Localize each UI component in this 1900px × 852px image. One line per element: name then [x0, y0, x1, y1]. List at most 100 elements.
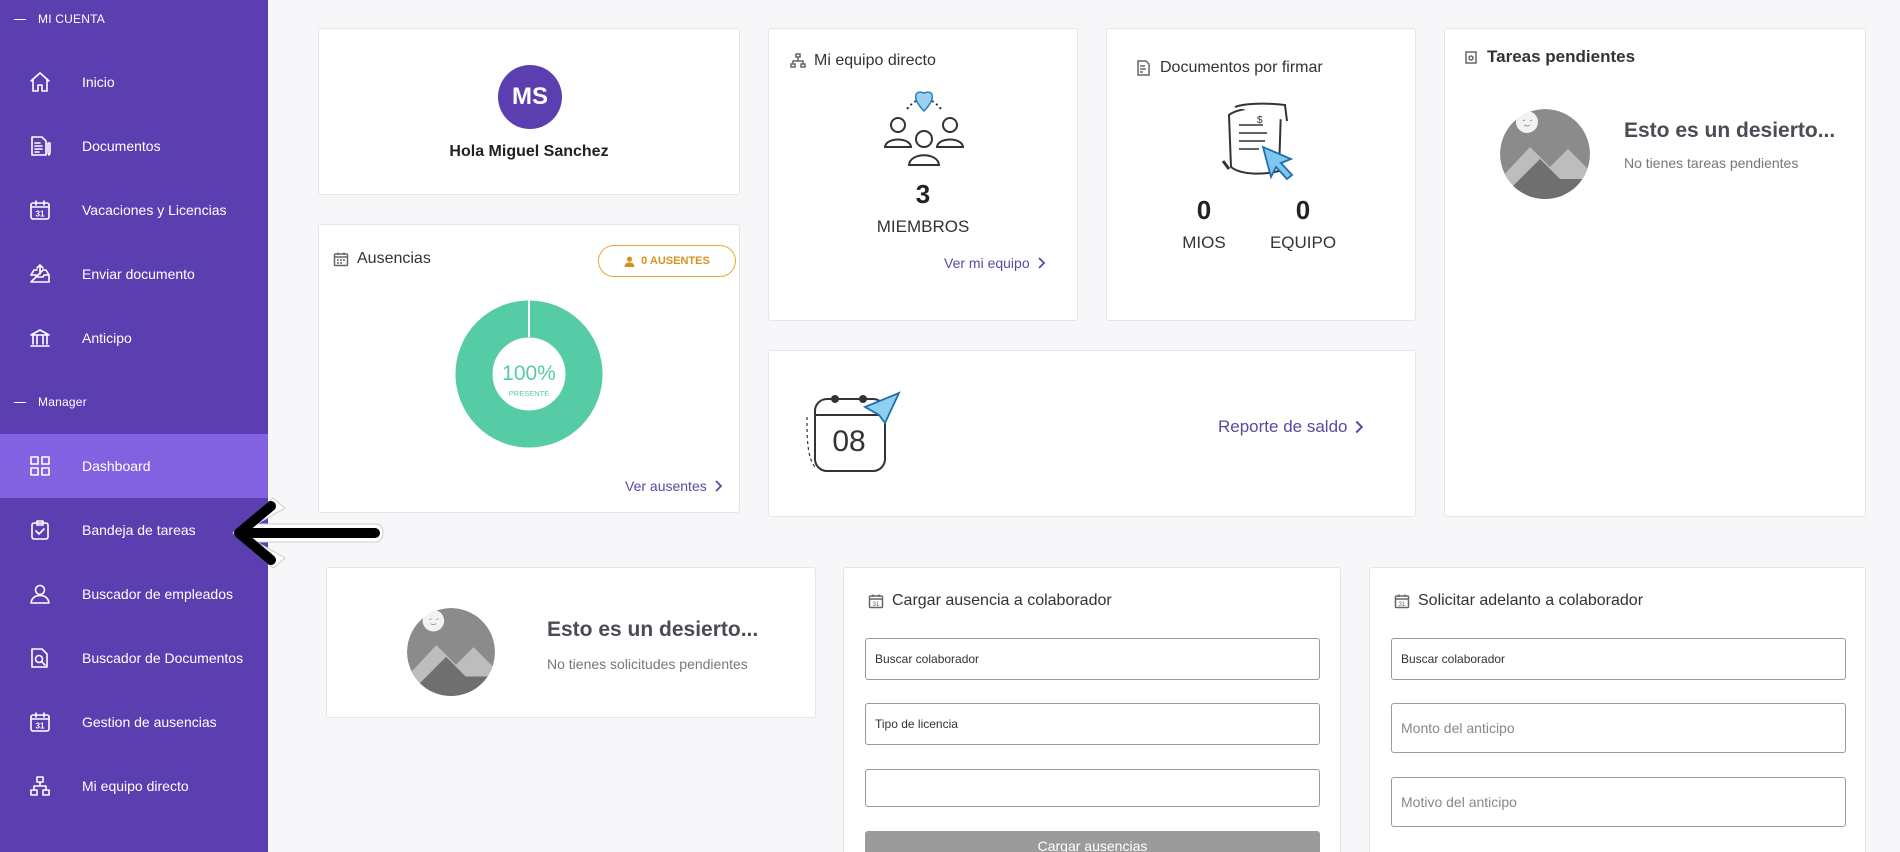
sidebar-item-label: Bandeja de tareas [82, 522, 196, 538]
sidebar-item-label: Anticipo [82, 330, 132, 346]
tasks-card: Tareas pendientes Esto es un desierto...… [1444, 28, 1866, 517]
requests-empty-subtitle: No tienes solicitudes pendientes [547, 656, 748, 672]
sidebar-item-label: Enviar documento [82, 266, 195, 282]
org-chart-icon [790, 53, 806, 68]
employee-search-field[interactable]: Buscar colaborador [865, 638, 1320, 680]
inbox-send-icon [28, 262, 52, 286]
sidebar-item-vacaciones[interactable]: 31 Vacaciones y Licencias [0, 178, 268, 242]
profile-card: MS Hola Miguel Sanchez [318, 28, 740, 195]
documents-card: Documentos por firmar $ 0 MIOS 0 EQUIPO [1106, 28, 1416, 321]
donut-percent: 100% [502, 362, 556, 385]
svg-text:31: 31 [36, 210, 45, 219]
tasks-empty-title: Esto es un desierto... [1624, 119, 1836, 142]
team-card: Mi equipo directo 3 MIEMBROS Ver mi equi… [768, 28, 1078, 321]
license-type-field[interactable]: Tipo de licencia [865, 703, 1320, 745]
docs-team-label: EQUIPO [1269, 233, 1337, 252]
tasks-empty-subtitle: No tienes tareas pendientes [1624, 155, 1799, 171]
team-unit: MIEMBROS [876, 217, 970, 236]
sidebar-item-mi-equipo[interactable]: Mi equipo directo [0, 754, 268, 818]
user-search-icon [28, 582, 52, 606]
team-card-title: Mi equipo directo [790, 52, 936, 70]
advance-employee-search-field[interactable]: Buscar colaborador [1391, 638, 1846, 680]
advance-amount-field[interactable]: Monto del anticipo [1391, 703, 1846, 753]
card-title-text: Solicitar adelanto a colaborador [1418, 592, 1644, 609]
sidebar-item-documentos[interactable]: Documentos [0, 114, 268, 178]
greeting: Hola Miguel Sanchez [449, 143, 609, 160]
absent-count-badge[interactable]: 0 AUSENTES [598, 245, 736, 277]
sidebar-item-label: Dashboard [82, 458, 151, 474]
document-sign-icon [1137, 60, 1150, 76]
sidebar-item-label: Buscador de empleados [82, 586, 233, 602]
docs-team-count: 0 [1295, 195, 1311, 225]
balance-report-link[interactable]: Reporte de saldo [1218, 417, 1364, 437]
docs-mine-count: 0 [1196, 195, 1212, 225]
link-text: Ver ausentes [625, 478, 707, 494]
presence-donut-chart: 100% PRESENTE [455, 300, 603, 448]
bank-icon [28, 326, 52, 350]
svg-text:31: 31 [1399, 602, 1406, 608]
svg-text:31: 31 [873, 602, 880, 608]
documents-icon [28, 134, 52, 158]
documents-card-title: Documentos por firmar [1136, 59, 1323, 77]
absences-card-title: Ausencias [333, 250, 431, 268]
section-header-manager: Manager [14, 395, 87, 409]
svg-text:$: $ [1257, 115, 1263, 126]
link-text: Ver mi equipo [944, 255, 1030, 271]
chevron-right-icon [715, 480, 723, 492]
calendar-icon: 31 [28, 710, 52, 734]
section-label: Manager [38, 395, 87, 409]
absences-card: Ausencias 0 AUSENTES 100% PRESENTE Ver a… [318, 224, 740, 513]
sidebar-item-inicio[interactable]: Inicio [0, 50, 268, 114]
tasks-card-title: Tareas pendientes [1463, 47, 1635, 67]
team-count: 3 [915, 179, 931, 209]
calendar-icon: 31 [868, 594, 884, 609]
sidebar-item-enviar-documento[interactable]: Enviar documento [0, 242, 268, 306]
calendar-report-illustration-icon: 08 [806, 391, 901, 472]
desert-empty-illustration-icon [1500, 109, 1590, 199]
load-absence-title: 31 Cargar ausencia a colaborador [868, 592, 1112, 610]
avatar: MS [498, 65, 562, 129]
advance-request-title: 31 Solicitar adelanto a colaborador [1394, 592, 1643, 610]
section-header-account: MI CUENTA [14, 12, 105, 26]
absence-extra-field[interactable] [865, 769, 1320, 807]
clipboard-icon [1465, 51, 1477, 64]
calendar-icon [333, 252, 349, 267]
sidebar-item-gestion-ausencias[interactable]: 31 Gestion de ausencias [0, 690, 268, 754]
sidebar-item-label: Buscador de Documentos [82, 650, 244, 666]
calendar-icon: 31 [1394, 594, 1410, 609]
load-absences-button[interactable]: Cargar ausencias [865, 831, 1320, 852]
advance-reason-field[interactable]: Motivo del anticipo [1391, 777, 1846, 827]
view-absent-link[interactable]: Ver ausentes [625, 478, 723, 494]
section-label: MI CUENTA [38, 12, 105, 26]
team-illustration-icon [883, 91, 965, 166]
calendar-number: 08 [832, 425, 865, 458]
sidebar-item-label: Vacaciones y Licencias [82, 202, 227, 218]
user-icon [624, 256, 635, 267]
advance-request-card: 31 Solicitar adelanto a colaborador Busc… [1369, 567, 1866, 852]
sidebar: MI CUENTA Inicio Documentos 31 Vacacione… [0, 0, 268, 852]
sidebar-item-label: Documentos [82, 138, 161, 154]
view-team-link[interactable]: Ver mi equipo [944, 255, 1046, 271]
badge-text: 0 AUSENTES [641, 255, 710, 267]
home-icon [28, 70, 52, 94]
requests-empty-title: Esto es un desierto... [547, 618, 759, 641]
load-absence-card: 31 Cargar ausencia a colaborador Buscar … [843, 567, 1341, 852]
link-text: Reporte de saldo [1218, 417, 1348, 436]
sidebar-item-label: Mi equipo directo [82, 778, 189, 794]
sidebar-item-label: Inicio [82, 74, 115, 90]
document-search-icon [28, 646, 52, 670]
document-signature-illustration-icon: $ [1221, 102, 1294, 181]
docs-mine-label: MIOS [1182, 233, 1226, 252]
sidebar-item-label: Gestion de ausencias [82, 714, 217, 730]
card-title-text: Tareas pendientes [1487, 47, 1636, 66]
sidebar-item-buscador-documentos[interactable]: Buscador de Documentos [0, 626, 268, 690]
chevron-right-icon [1037, 257, 1045, 269]
desert-empty-illustration-icon [407, 608, 495, 696]
balance-report-card: 08 Reporte de saldo [768, 350, 1416, 517]
sidebar-item-dashboard[interactable]: Dashboard [0, 434, 268, 498]
task-tray-icon [28, 518, 52, 542]
sidebar-item-anticipo[interactable]: Anticipo [0, 306, 268, 370]
card-title-text: Documentos por firmar [1160, 59, 1323, 76]
card-title-text: Ausencias [357, 250, 431, 267]
svg-text:31: 31 [36, 722, 45, 731]
